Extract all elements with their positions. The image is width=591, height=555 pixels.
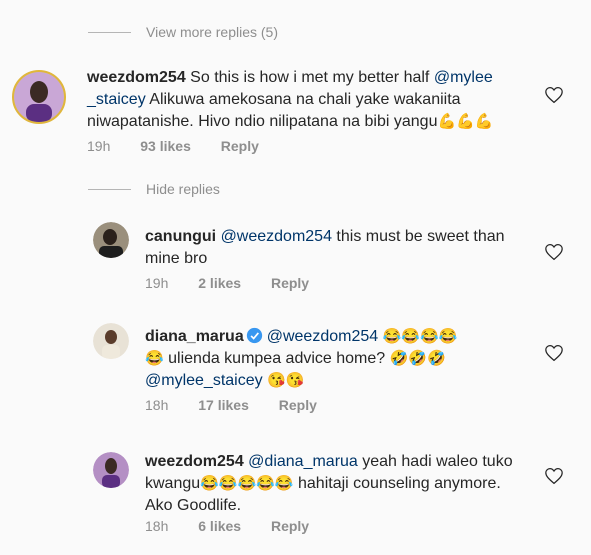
comment-text: Ako Goodlife. — [145, 497, 242, 514]
kissing-heart-emoji: 😘😘 — [267, 372, 305, 389]
mention-link[interactable]: @weezdom254 — [221, 228, 332, 245]
comment-time: 19h — [87, 138, 111, 154]
heart-outline-icon[interactable] — [544, 467, 564, 485]
heart-outline-icon[interactable] — [544, 86, 564, 104]
view-more-replies-button[interactable]: View more replies (5) — [146, 24, 278, 40]
avatar[interactable] — [12, 70, 66, 124]
avatar[interactable] — [93, 323, 129, 359]
comment-body: canungui @weezdom254 this must be sweet … — [145, 226, 545, 270]
comment-text: yeah hadi waleo tuko — [357, 453, 513, 470]
heart-outline-icon[interactable] — [544, 243, 564, 261]
tears-of-joy-emoji: 😂😂😂😂😂 — [200, 475, 294, 492]
comment-text: this must be sweet than — [331, 228, 505, 245]
comment-time: 18h — [145, 397, 169, 413]
comment-username[interactable]: weezdom254 — [87, 69, 186, 86]
comment-meta: 19h 93 likes Reply — [87, 138, 285, 154]
reply-button[interactable]: Reply — [221, 138, 259, 154]
reply-button[interactable]: Reply — [271, 518, 309, 534]
comment-time: 19h — [145, 275, 169, 291]
comment-text: niwapatanishe. Hivo ndio nilipatana na b… — [87, 113, 438, 130]
comment-body: weezdom254 So this is how i met my bette… — [87, 67, 537, 133]
reply-button[interactable]: Reply — [271, 275, 309, 291]
replies-divider-line — [88, 32, 131, 33]
mention-link[interactable]: @mylee — [434, 69, 493, 86]
likes-count[interactable]: 2 likes — [198, 275, 241, 291]
hide-replies-button[interactable]: Hide replies — [146, 181, 220, 197]
rolling-on-floor-laughing-emoji: 🤣🤣🤣 — [389, 350, 446, 367]
verified-badge-icon — [246, 327, 262, 344]
flexed-biceps-emoji: 💪💪💪 — [437, 113, 494, 130]
comment-text: So this is how i met my better half — [190, 69, 434, 86]
comment-text: hahitaji counseling anymore. — [293, 475, 501, 492]
tears-of-joy-emoji: 😂😂😂😂 — [382, 328, 458, 345]
likes-count[interactable]: 6 likes — [198, 518, 241, 534]
comment-username[interactable]: canungui — [145, 228, 216, 245]
comment-time: 18h — [145, 518, 169, 534]
comment-username[interactable]: weezdom254 — [145, 453, 244, 470]
heart-outline-icon[interactable] — [544, 344, 564, 362]
comment-meta: 19h 2 likes Reply — [145, 275, 335, 291]
mention-link[interactable]: @weezdom254 — [267, 328, 378, 345]
comment-username[interactable]: diana_marua — [145, 328, 244, 345]
likes-count[interactable]: 17 likes — [198, 397, 249, 413]
replies-divider-line — [88, 189, 131, 190]
likes-count[interactable]: 93 likes — [140, 138, 191, 154]
comment-meta: 18h 6 likes Reply — [145, 518, 335, 534]
comment-meta: 18h 17 likes Reply — [145, 397, 343, 413]
comment-text: kwangu — [145, 475, 201, 492]
mention-link-continued[interactable]: _staicey — [87, 91, 146, 108]
reply-button[interactable]: Reply — [279, 397, 317, 413]
comment-body: diana_marua @weezdom254 😂😂😂😂 😂 ulienda ku… — [145, 326, 545, 392]
mention-link[interactable]: @diana_marua — [248, 453, 358, 470]
tears-of-joy-emoji: 😂 — [145, 350, 164, 367]
comment-text: ulienda kumpea advice home? — [163, 350, 386, 367]
comment-text: Alikuwa amekosana na chali yake wakaniit… — [145, 91, 461, 108]
avatar[interactable] — [93, 452, 129, 488]
comment-body: weezdom254 @diana_marua yeah hadi waleo … — [145, 451, 545, 517]
mention-link[interactable]: @mylee_staicey — [145, 372, 263, 389]
comment-text: mine bro — [145, 250, 208, 267]
avatar[interactable] — [93, 222, 129, 258]
